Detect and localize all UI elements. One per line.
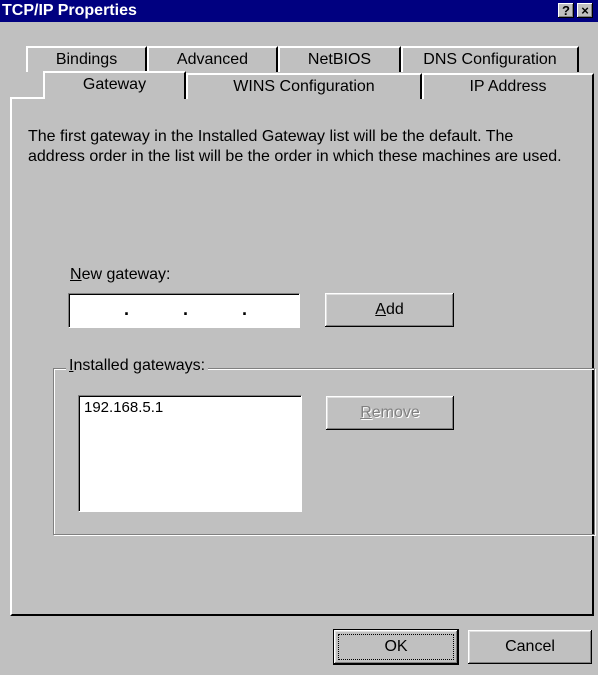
tab-dns-configuration[interactable]: DNS Configuration	[401, 46, 579, 72]
ip-dot-separator: .	[242, 299, 248, 319]
tab-gateway[interactable]: Gateway	[43, 71, 186, 99]
new-gateway-accel: N	[70, 266, 82, 283]
help-button[interactable]: ?	[558, 3, 574, 18]
remove-button-accel: R	[360, 404, 372, 421]
close-button[interactable]: ×	[577, 3, 593, 18]
title-bar: TCP/IP Properties ? ×	[0, 0, 598, 22]
new-gateway-ip-input[interactable]: . . .	[68, 293, 300, 328]
remove-button[interactable]: Remove	[326, 396, 454, 430]
cancel-button[interactable]: Cancel	[468, 630, 592, 664]
tab-advanced[interactable]: Advanced	[147, 46, 278, 72]
focus-rect	[338, 634, 454, 660]
gateway-description: The first gateway in the Installed Gatew…	[28, 128, 562, 165]
ip-dot-separator: .	[124, 299, 130, 319]
installed-gateways-label: Installed gateways:	[66, 357, 209, 375]
add-button[interactable]: Add	[325, 293, 454, 327]
ok-button[interactable]: OK	[333, 629, 459, 665]
remove-button-text: emove	[371, 404, 420, 421]
new-gateway-label: New gateway:	[70, 266, 171, 284]
tab-ip-address[interactable]: IP Address	[422, 73, 594, 99]
tab-bindings[interactable]: Bindings	[26, 46, 147, 72]
installed-gateways-list[interactable]: 192.168.5.1	[78, 395, 302, 512]
list-item[interactable]: 192.168.5.1	[84, 399, 163, 416]
ip-dot-separator: .	[183, 299, 189, 319]
tab-wins-configuration[interactable]: WINS Configuration	[186, 73, 422, 99]
add-button-accel: A	[375, 301, 386, 318]
tab-netbios[interactable]: NetBIOS	[278, 46, 401, 72]
add-button-text: dd	[385, 301, 404, 318]
installed-gateways-text: nstalled gateways:	[73, 357, 206, 374]
window-title: TCP/IP Properties	[2, 2, 137, 19]
new-gateway-text: ew gateway:	[81, 266, 171, 283]
